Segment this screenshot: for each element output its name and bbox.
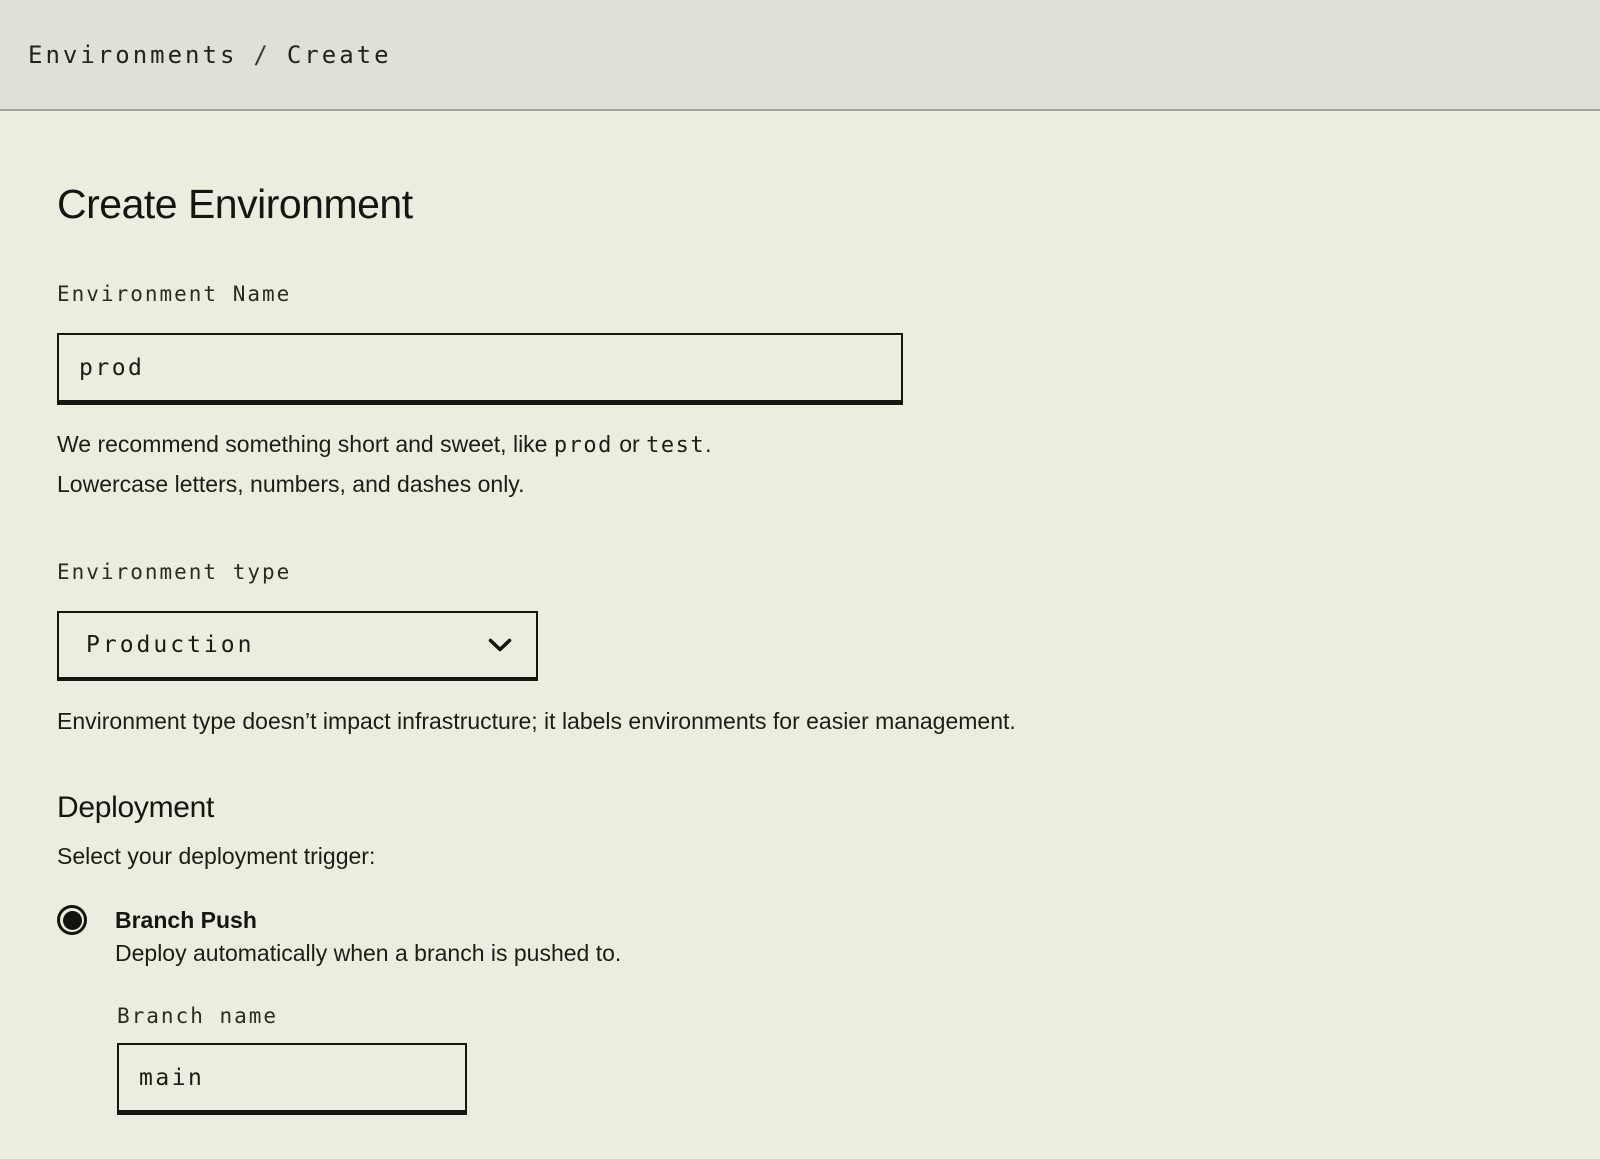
branch-name-input[interactable] [117,1043,467,1115]
help-text-segment: or [613,431,646,457]
environment-name-help-line2: Lowercase letters, numbers, and dashes o… [57,465,1543,503]
breadcrumb-item-create: Create [287,41,392,69]
breadcrumb: Environments / Create [28,41,392,69]
branch-push-option: Branch Push Deploy automatically when a … [57,905,1543,971]
branch-name-field: Branch name [117,1003,1543,1115]
breadcrumb-item-environments[interactable]: Environments [28,41,237,69]
branch-push-radio[interactable] [57,905,87,935]
branch-push-texts: Branch Push Deploy automatically when a … [115,905,621,971]
environment-type-value: Production [86,632,254,658]
environment-type-help: Environment type doesn’t impact infrastr… [57,702,1543,740]
help-code-prod: prod [554,433,613,458]
environment-name-label: Environment Name [57,281,1543,307]
environment-type-label: Environment type [57,559,1543,585]
create-environment-form: Create Environment Environment Name We r… [0,111,1600,1115]
chevron-down-icon [488,638,512,653]
environment-name-help-line1: We recommend something short and sweet, … [57,425,1543,465]
environment-name-help: We recommend something short and sweet, … [57,425,1543,503]
environment-type-select[interactable]: Production [57,611,538,681]
breadcrumb-separator: / [253,41,270,69]
branch-push-description: Deploy automatically when a branch is pu… [115,935,621,971]
deployment-section-title: Deployment [57,790,1543,826]
help-text-segment: . [705,431,711,457]
branch-name-label: Branch name [117,1003,1543,1029]
branch-push-label[interactable]: Branch Push [115,905,621,935]
environment-name-input[interactable] [57,333,903,405]
topbar: Environments / Create [0,0,1600,111]
radio-selected-dot [63,911,82,930]
page-title: Create Environment [57,181,1543,227]
deployment-trigger-prompt: Select your deployment trigger: [57,841,1543,871]
help-text-segment: We recommend something short and sweet, … [57,431,554,457]
help-code-test: test [646,433,705,458]
